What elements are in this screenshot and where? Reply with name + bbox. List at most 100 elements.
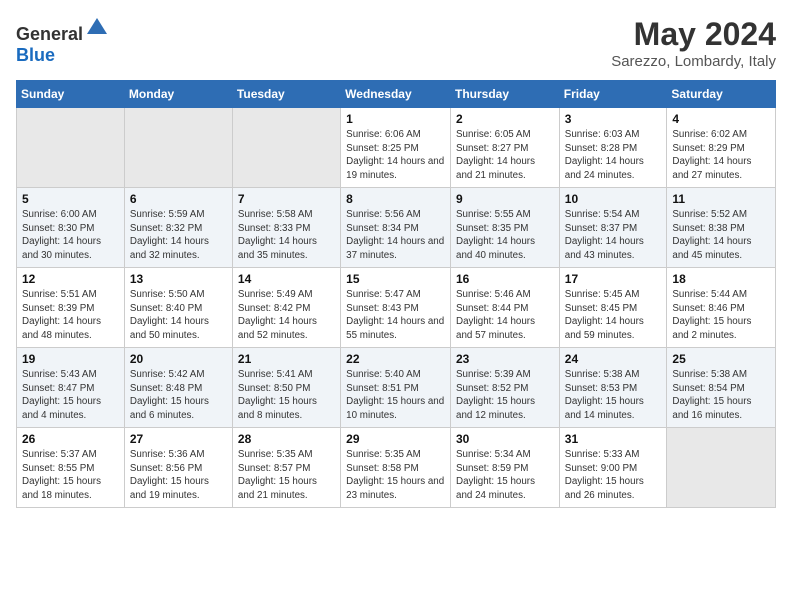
calendar-cell: 27Sunrise: 5:36 AM Sunset: 8:56 PM Dayli…	[124, 428, 232, 508]
cell-info: Sunrise: 5:46 AM Sunset: 8:44 PM Dayligh…	[456, 288, 554, 343]
day-number: 22	[346, 352, 445, 366]
cell-info: Sunrise: 6:06 AM Sunset: 8:25 PM Dayligh…	[346, 128, 445, 183]
cell-info: Sunrise: 5:59 AM Sunset: 8:32 PM Dayligh…	[130, 208, 227, 263]
day-number: 12	[22, 272, 119, 286]
calendar-cell	[124, 108, 232, 188]
cell-info: Sunrise: 5:55 AM Sunset: 8:35 PM Dayligh…	[456, 208, 554, 263]
calendar-cell	[17, 108, 125, 188]
calendar-cell: 13Sunrise: 5:50 AM Sunset: 8:40 PM Dayli…	[124, 268, 232, 348]
calendar-cell: 1 Sunrise: 6:06 AM Sunset: 8:25 PM Daylig…	[341, 108, 451, 188]
weekday-header-thursday: Thursday	[451, 81, 560, 108]
weekday-header-sunday: Sunday	[17, 81, 125, 108]
day-number: 8	[346, 192, 445, 206]
day-number: 30	[456, 432, 554, 446]
cell-info: Sunrise: 5:37 AM Sunset: 8:55 PM Dayligh…	[22, 448, 119, 503]
weekday-header-wednesday: Wednesday	[341, 81, 451, 108]
cell-info: Sunrise: 5:45 AM Sunset: 8:45 PM Dayligh…	[565, 288, 662, 343]
calendar-cell: 6 Sunrise: 5:59 AM Sunset: 8:32 PM Daylig…	[124, 188, 232, 268]
calendar-cell: 11Sunrise: 5:52 AM Sunset: 8:38 PM Dayli…	[667, 188, 776, 268]
day-number: 17	[565, 272, 662, 286]
calendar-week-row: 5Sunrise: 6:00 AM Sunset: 8:30 PM Daylig…	[17, 188, 776, 268]
cell-info: Sunrise: 5:38 AM Sunset: 8:53 PM Dayligh…	[565, 368, 662, 423]
cell-info: Sunrise: 5:42 AM Sunset: 8:48 PM Dayligh…	[130, 368, 227, 423]
day-number: 21	[238, 352, 335, 366]
cell-info: Sunrise: 5:39 AM Sunset: 8:52 PM Dayligh…	[456, 368, 554, 423]
calendar-cell: 18 Sunrise: 5:44 AM Sunset: 8:46 PM Dayli…	[667, 268, 776, 348]
calendar-cell: 9 Sunrise: 5:55 AM Sunset: 8:35 PM Daylig…	[451, 188, 560, 268]
calendar-cell	[667, 428, 776, 508]
page-header: General Blue May 2024 Sarezzo, Lombardy,…	[16, 16, 776, 70]
cell-info: Sunrise: 6:02 AM Sunset: 8:29 PM Dayligh…	[672, 128, 770, 183]
calendar-cell: 5Sunrise: 6:00 AM Sunset: 8:30 PM Daylig…	[17, 188, 125, 268]
day-number: 18	[672, 272, 770, 286]
cell-info: Sunrise: 5:35 AM Sunset: 8:57 PM Dayligh…	[238, 448, 335, 503]
day-number: 1	[346, 112, 445, 126]
day-number: 4	[672, 112, 770, 126]
calendar-cell: 25 Sunrise: 5:38 AM Sunset: 8:54 PM Dayli…	[667, 348, 776, 428]
day-number: 20	[130, 352, 227, 366]
day-number: 2	[456, 112, 554, 126]
day-number: 7	[238, 192, 335, 206]
calendar-cell: 29 Sunrise: 5:35 AM Sunset: 8:58 PM Dayli…	[341, 428, 451, 508]
day-number: 13	[130, 272, 227, 286]
calendar-cell: 7 Sunrise: 5:58 AM Sunset: 8:33 PM Daylig…	[232, 188, 340, 268]
weekday-header-saturday: Saturday	[667, 81, 776, 108]
calendar-week-row: 26Sunrise: 5:37 AM Sunset: 8:55 PM Dayli…	[17, 428, 776, 508]
cell-info: Sunrise: 5:49 AM Sunset: 8:42 PM Dayligh…	[238, 288, 335, 343]
logo-blue: Blue	[16, 45, 55, 65]
calendar-cell: 14 Sunrise: 5:49 AM Sunset: 8:42 PM Dayli…	[232, 268, 340, 348]
calendar-cell: 2 Sunrise: 6:05 AM Sunset: 8:27 PM Daylig…	[451, 108, 560, 188]
main-title: May 2024	[611, 16, 776, 53]
calendar-body: 1 Sunrise: 6:06 AM Sunset: 8:25 PM Daylig…	[17, 108, 776, 508]
day-number: 6	[130, 192, 227, 206]
day-number: 5	[22, 192, 119, 206]
calendar-cell: 16Sunrise: 5:46 AM Sunset: 8:44 PM Dayli…	[451, 268, 560, 348]
calendar-cell: 4 Sunrise: 6:02 AM Sunset: 8:29 PM Daylig…	[667, 108, 776, 188]
calendar-cell: 17 Sunrise: 5:45 AM Sunset: 8:45 PM Dayli…	[559, 268, 667, 348]
day-number: 29	[346, 432, 445, 446]
day-number: 23	[456, 352, 554, 366]
cell-info: Sunrise: 5:51 AM Sunset: 8:39 PM Dayligh…	[22, 288, 119, 343]
day-number: 19	[22, 352, 119, 366]
calendar-cell: 10 Sunrise: 5:54 AM Sunset: 8:37 PM Dayli…	[559, 188, 667, 268]
weekday-header-friday: Friday	[559, 81, 667, 108]
day-number: 24	[565, 352, 662, 366]
calendar-cell: 12 Sunrise: 5:51 AM Sunset: 8:39 PM Dayli…	[17, 268, 125, 348]
cell-info: Sunrise: 5:47 AM Sunset: 8:43 PM Dayligh…	[346, 288, 445, 343]
cell-info: Sunrise: 6:05 AM Sunset: 8:27 PM Dayligh…	[456, 128, 554, 183]
calendar-cell: 30 Sunrise: 5:34 AM Sunset: 8:59 PM Dayli…	[451, 428, 560, 508]
calendar-cell: 8 Sunrise: 5:56 AM Sunset: 8:34 PM Daylig…	[341, 188, 451, 268]
day-number: 9	[456, 192, 554, 206]
cell-info: Sunrise: 5:43 AM Sunset: 8:47 PM Dayligh…	[22, 368, 119, 423]
calendar-cell	[232, 108, 340, 188]
cell-info: Sunrise: 5:34 AM Sunset: 8:59 PM Dayligh…	[456, 448, 554, 503]
cell-info: Sunrise: 5:38 AM Sunset: 8:54 PM Dayligh…	[672, 368, 770, 423]
logo: General Blue	[16, 16, 109, 66]
cell-info: Sunrise: 5:36 AM Sunset: 8:56 PM Dayligh…	[130, 448, 227, 503]
cell-info: Sunrise: 5:35 AM Sunset: 8:58 PM Dayligh…	[346, 448, 445, 503]
day-number: 31	[565, 432, 662, 446]
calendar-cell: 26Sunrise: 5:37 AM Sunset: 8:55 PM Dayli…	[17, 428, 125, 508]
calendar-week-row: 12 Sunrise: 5:51 AM Sunset: 8:39 PM Dayli…	[17, 268, 776, 348]
calendar-cell: 15Sunrise: 5:47 AM Sunset: 8:43 PM Dayli…	[341, 268, 451, 348]
day-number: 14	[238, 272, 335, 286]
day-number: 3	[565, 112, 662, 126]
weekday-header-row: SundayMondayTuesdayWednesdayThursdayFrid…	[17, 81, 776, 108]
day-number: 11	[672, 192, 770, 206]
cell-info: Sunrise: 5:54 AM Sunset: 8:37 PM Dayligh…	[565, 208, 662, 263]
cell-info: Sunrise: 6:03 AM Sunset: 8:28 PM Dayligh…	[565, 128, 662, 183]
logo-icon	[85, 16, 109, 40]
logo-general: General	[16, 24, 83, 44]
weekday-header-monday: Monday	[124, 81, 232, 108]
cell-info: Sunrise: 5:44 AM Sunset: 8:46 PM Dayligh…	[672, 288, 770, 343]
calendar-cell: 28Sunrise: 5:35 AM Sunset: 8:57 PM Dayli…	[232, 428, 340, 508]
day-number: 10	[565, 192, 662, 206]
logo-text: General Blue	[16, 16, 109, 66]
cell-info: Sunrise: 5:56 AM Sunset: 8:34 PM Dayligh…	[346, 208, 445, 263]
cell-info: Sunrise: 5:33 AM Sunset: 9:00 PM Dayligh…	[565, 448, 662, 503]
cell-info: Sunrise: 5:58 AM Sunset: 8:33 PM Dayligh…	[238, 208, 335, 263]
calendar-cell: 24 Sunrise: 5:38 AM Sunset: 8:53 PM Dayli…	[559, 348, 667, 428]
calendar-week-row: 19 Sunrise: 5:43 AM Sunset: 8:47 PM Dayli…	[17, 348, 776, 428]
cell-info: Sunrise: 5:41 AM Sunset: 8:50 PM Dayligh…	[238, 368, 335, 423]
day-number: 25	[672, 352, 770, 366]
